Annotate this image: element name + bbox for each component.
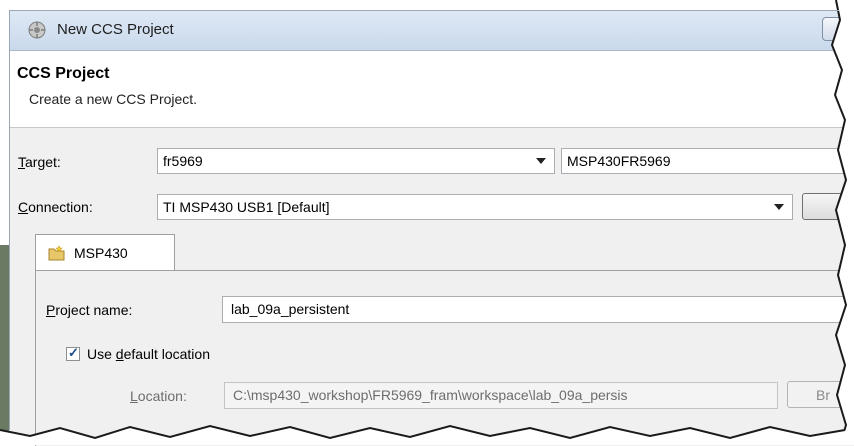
use-default-part2: efault location	[123, 346, 210, 362]
connection-button-label: I	[843, 198, 847, 214]
ccs-app-icon	[27, 20, 47, 40]
checkmark-icon: ✓	[68, 345, 79, 360]
location-value: C:\msp430_workshop\FR5969_fram\workspace…	[233, 387, 628, 403]
chevron-down-icon	[536, 158, 546, 164]
tab-msp430[interactable]: MSP430	[35, 234, 175, 271]
chevron-down-icon	[774, 204, 784, 210]
target-family-select[interactable]: fr5969	[157, 148, 555, 174]
location-mnemonic: L	[130, 388, 138, 404]
window-control-button[interactable]	[822, 17, 854, 41]
project-name-label: Project name:	[46, 302, 132, 318]
project-name-value: lab_09a_persistent	[231, 301, 350, 317]
target-label: Target:	[18, 154, 61, 170]
target-family-value: fr5969	[163, 153, 203, 169]
tab-label: MSP430	[74, 245, 128, 261]
left-edge-bar	[0, 245, 9, 445]
page-title: CCS Project	[17, 65, 110, 82]
browse-button[interactable]: Br	[787, 381, 854, 408]
target-mnemonic: T	[18, 154, 25, 170]
connection-identify-button[interactable]: I	[802, 193, 854, 220]
project-name-label-rest: roject name:	[55, 302, 133, 318]
target-device-select[interactable]: MSP430FR5969	[561, 148, 854, 174]
target-device-value: MSP430FR5969	[567, 153, 671, 169]
project-name-mnemonic: P	[46, 302, 56, 318]
connection-select[interactable]: TI MSP430 USB1 [Default]	[157, 194, 793, 220]
location-input[interactable]: C:\msp430_workshop\FR5969_fram\workspace…	[224, 382, 778, 409]
use-default-location-checkbox[interactable]: ✓	[66, 345, 80, 361]
use-default-location-label: Use default location	[87, 346, 210, 362]
connection-value: TI MSP430 USB1 [Default]	[163, 199, 330, 215]
page-subtitle: Create a new CCS Project.	[29, 91, 198, 107]
new-ccs-project-dialog: New CCS Project CCS Project Create a new…	[0, 0, 854, 446]
connection-label-rest: onnection:	[28, 199, 93, 215]
use-default-part1: Use	[87, 346, 116, 362]
browse-button-label: Br	[816, 387, 830, 403]
use-default-mnemonic: d	[115, 346, 124, 362]
target-label-rest: arget:	[25, 154, 61, 170]
tab-strip: MSP430	[9, 234, 854, 271]
location-label: Location:	[130, 388, 187, 404]
wizard-header: CCS Project Create a new CCS Project.	[9, 51, 854, 128]
location-label-rest: ocation:	[137, 388, 187, 404]
window-titlebar: New CCS Project	[9, 10, 854, 51]
connection-label: Connection:	[18, 199, 93, 215]
project-name-input[interactable]: lab_09a_persistent	[222, 296, 854, 323]
connection-mnemonic: C	[18, 199, 29, 215]
window-title: New CCS Project	[57, 21, 174, 38]
new-folder-icon	[48, 245, 66, 261]
